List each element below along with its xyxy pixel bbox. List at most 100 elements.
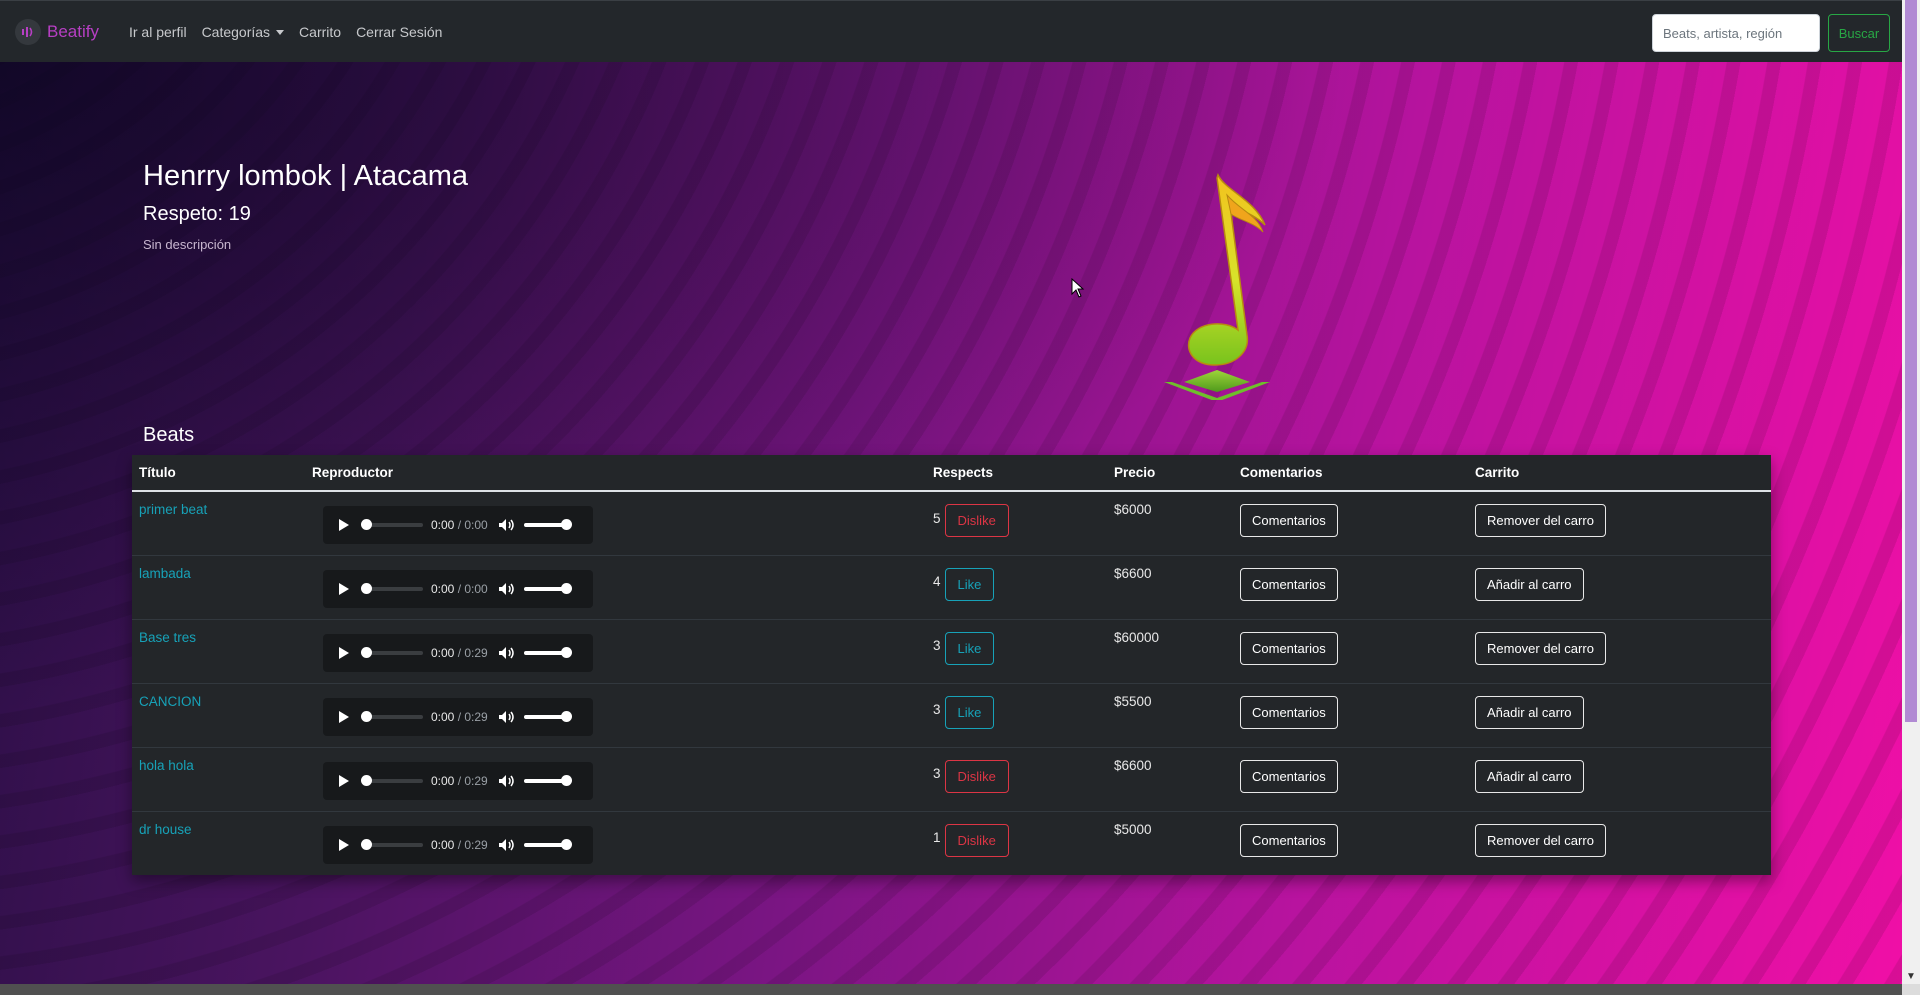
volume-knob[interactable] (560, 774, 572, 786)
seek-slider[interactable] (361, 838, 423, 850)
volume-knob[interactable] (560, 710, 572, 722)
search-input[interactable] (1652, 14, 1820, 52)
nav-profile-link[interactable]: Ir al perfil (129, 24, 187, 40)
audio-player[interactable]: 0:00 / 0:29 (323, 761, 593, 800)
beat-title-link[interactable]: primer beat (139, 502, 207, 517)
like-button[interactable]: Like (944, 567, 995, 601)
audio-player[interactable]: 0:00 / 0:00 (323, 506, 593, 544)
cart-button[interactable]: Remover del carro (1475, 823, 1606, 857)
beat-title-link[interactable]: lambada (139, 566, 191, 581)
volume-slider[interactable] (523, 710, 572, 722)
dislike-button[interactable]: Dislike (944, 504, 1009, 537)
seek-knob[interactable] (361, 519, 372, 530)
comments-button[interactable]: Comentarios (1240, 567, 1338, 601)
volume-knob[interactable] (560, 519, 572, 530)
respect-count: 3 (933, 638, 941, 653)
cart-button[interactable]: Añadir al carro (1475, 759, 1584, 793)
beat-price: $5000 (1114, 821, 1152, 837)
volume-slider[interactable] (523, 519, 572, 530)
scrollbar-thumb[interactable] (1905, 0, 1917, 722)
beat-title-link[interactable]: Base tres (139, 630, 196, 645)
beat-title-link[interactable]: CANCION (139, 694, 201, 709)
like-button[interactable]: Like (944, 695, 995, 729)
respects-cell: 5 Dislike (926, 491, 1107, 555)
volume-knob[interactable] (560, 582, 572, 594)
volume-icon[interactable] (498, 518, 516, 532)
comments-cell: Comentarios (1233, 554, 1468, 619)
comments-button[interactable]: Comentarios (1240, 631, 1338, 665)
price-cell: $6600 (1107, 746, 1233, 811)
audio-player[interactable]: 0:00 / 0:29 (323, 697, 593, 736)
horizontal-scrollbar[interactable] (0, 984, 1902, 995)
volume-slider[interactable] (523, 838, 572, 850)
seek-knob[interactable] (361, 710, 372, 722)
seek-slider[interactable] (361, 710, 423, 722)
profile-respect: Respeto: 19 (143, 203, 251, 225)
comments-button[interactable]: Comentarios (1240, 823, 1338, 857)
time-display: 0:00 / 0:00 (431, 581, 488, 596)
seek-slider[interactable] (361, 519, 423, 530)
chevron-down-icon[interactable]: ▼ (1906, 971, 1916, 982)
dislike-button[interactable]: Dislike (944, 759, 1009, 793)
play-icon[interactable] (339, 582, 349, 595)
volume-icon[interactable] (498, 582, 516, 596)
seek-knob[interactable] (361, 646, 372, 658)
column-header-player: Reproductor (305, 455, 926, 492)
cart-button[interactable]: Añadir al carro (1475, 695, 1584, 729)
volume-slider[interactable] (523, 774, 572, 786)
search-button[interactable]: Buscar (1828, 14, 1890, 52)
player-cell: 0:00 / 0:00 (305, 554, 926, 619)
music-note-icon (1164, 172, 1270, 400)
like-button[interactable]: Like (944, 631, 995, 665)
beat-price: $6600 (1114, 565, 1152, 581)
cart-button[interactable]: Remover del carro (1475, 504, 1606, 537)
vertical-scrollbar[interactable]: ▼ (1902, 0, 1920, 984)
table-row: Base tres 0:00 / 0:29 3 Like $60000 Comentari… (132, 618, 1771, 683)
seek-knob[interactable] (361, 838, 372, 850)
audio-player[interactable]: 0:00 / 0:00 (323, 569, 593, 608)
play-icon[interactable] (339, 774, 349, 787)
nav-cart-link[interactable]: Carrito (299, 24, 341, 40)
beat-title-link[interactable]: hola hola (139, 758, 194, 773)
player-cell: 0:00 / 0:29 (305, 746, 926, 811)
play-icon[interactable] (339, 838, 349, 851)
volume-knob[interactable] (560, 646, 572, 658)
title-cell: Base tres (132, 618, 305, 683)
volume-slider[interactable] (523, 646, 572, 658)
play-icon[interactable] (339, 519, 349, 531)
column-header-price: Precio (1107, 455, 1233, 492)
audio-player[interactable]: 0:00 / 0:29 (323, 633, 593, 672)
top-navbar: Beatify Ir al perfil Categorías Carrito … (0, 0, 1902, 62)
time-current: 0:00 (431, 518, 455, 532)
volume-icon[interactable] (498, 646, 516, 660)
nav-logout-link[interactable]: Cerrar Sesión (356, 24, 442, 40)
volume-icon[interactable] (498, 710, 516, 724)
volume-slider[interactable] (523, 582, 572, 594)
play-icon[interactable] (339, 646, 349, 659)
dislike-button[interactable]: Dislike (944, 823, 1009, 857)
audio-player[interactable]: 0:00 / 0:29 (323, 825, 593, 864)
cart-button[interactable]: Añadir al carro (1475, 567, 1584, 601)
volume-icon[interactable] (498, 838, 516, 852)
seek-slider[interactable] (361, 646, 423, 658)
nav-categories-dropdown[interactable]: Categorías (202, 24, 285, 40)
seek-knob[interactable] (361, 774, 372, 786)
comments-button[interactable]: Comentarios (1240, 695, 1338, 729)
seek-slider[interactable] (361, 582, 423, 594)
brand[interactable]: Beatify (15, 18, 99, 45)
time-display: 0:00 / 0:29 (431, 709, 488, 724)
respects-cell: 3 Dislike (926, 746, 1107, 811)
comments-button[interactable]: Comentarios (1240, 759, 1338, 793)
beats-section-title: Beats (143, 424, 195, 446)
volume-knob[interactable] (560, 838, 572, 850)
table-row: CANCION 0:00 / 0:29 3 Like $5500 Comentarios A… (132, 682, 1771, 747)
beat-title-link[interactable]: dr house (139, 822, 192, 837)
play-icon[interactable] (339, 710, 349, 723)
volume-icon[interactable] (498, 774, 516, 788)
table-row: primer beat 0:00 / 0:00 5 Dislike $6000 Comen… (132, 491, 1771, 555)
seek-slider[interactable] (361, 774, 423, 786)
price-cell: $6600 (1107, 554, 1233, 619)
comments-button[interactable]: Comentarios (1240, 504, 1338, 537)
cart-button[interactable]: Remover del carro (1475, 631, 1606, 665)
seek-knob[interactable] (361, 582, 372, 594)
